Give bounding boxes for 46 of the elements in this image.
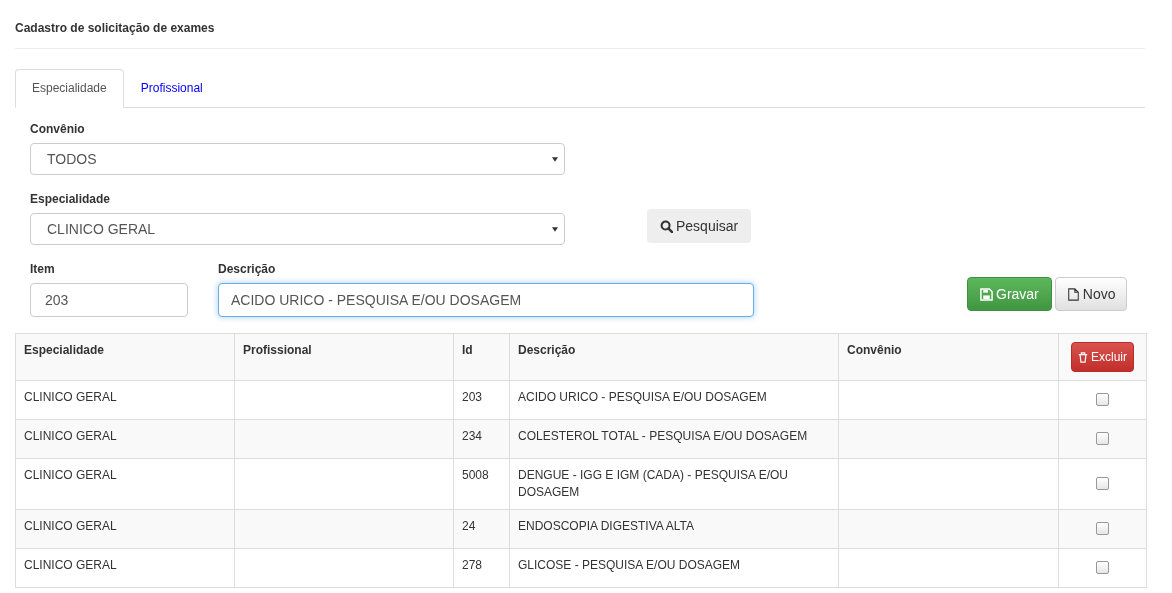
table-cell: 278 [462, 558, 483, 572]
column-header: Especialidade [15, 333, 235, 381]
row-checkbox[interactable] [1096, 393, 1109, 406]
column-header: Convênio [838, 333, 1059, 381]
table-cell: CLINICO GERAL [24, 468, 117, 482]
field-label: Especialidade [30, 192, 112, 205]
document-icon [1066, 287, 1080, 301]
table-cell: CLINICO GERAL [24, 558, 117, 572]
delete-button[interactable]: Excluir [1071, 342, 1134, 372]
field-label: Item [30, 262, 56, 275]
table-cell: 203 [462, 390, 483, 404]
search-button[interactable]: Pesquisar [647, 209, 752, 243]
tab[interactable]: Especialidade [15, 69, 124, 108]
row-checkbox[interactable] [1096, 522, 1109, 535]
caret-icon [552, 226, 558, 232]
table-cell: 24 [462, 519, 476, 533]
row-checkbox[interactable] [1096, 432, 1109, 445]
select-value: CLINICO GERAL [47, 221, 156, 237]
trash-icon [1078, 351, 1088, 363]
field-label: Descrição [218, 262, 277, 275]
table-cell: CLINICO GERAL [24, 390, 117, 404]
column-header: Descrição [509, 333, 839, 381]
select-field[interactable]: CLINICO GERAL [30, 213, 565, 245]
description-field[interactable]: ACIDO URICO - PESQUISA E/OU DOSAGEM [218, 283, 754, 317]
select-field[interactable]: TODOS [30, 143, 565, 175]
table-cell: DENGUE - IGG E IGM (CADA) - PESQUISA E/OU DOSAGEM [518, 468, 789, 499]
table-cell: CLINICO GERAL [24, 429, 117, 443]
table-cell: ACIDO URICO - PESQUISA E/OU DOSAGEM [518, 390, 767, 404]
row-checkbox[interactable] [1096, 477, 1109, 490]
search-icon [660, 219, 673, 233]
column-header: Profissional [234, 333, 454, 381]
row-checkbox[interactable] [1096, 561, 1109, 574]
table-cell: CLINICO GERAL [24, 519, 117, 533]
new-button[interactable]: Novo [1054, 277, 1128, 311]
item-field[interactable]: 203 [30, 283, 188, 317]
field-label: Convênio [30, 122, 86, 135]
table-cell: GLICOSE - PESQUISA E/OU DOSAGEM [518, 558, 741, 572]
column-header: Id [453, 333, 510, 381]
caret-icon [552, 156, 558, 162]
table-cell: 234 [462, 429, 483, 443]
table-cell: 5008 [462, 468, 489, 482]
table-cell: COLESTEROL TOTAL - PESQUISA E/OU DOSAGEM [518, 429, 808, 443]
tab[interactable]: Profissional [123, 69, 220, 108]
page-title: Cadastro de solicitação de exames [15, 20, 216, 37]
table-cell: ENDOSCOPIA DIGESTIVA ALTA [518, 519, 695, 533]
select-value: TODOS [47, 151, 97, 167]
